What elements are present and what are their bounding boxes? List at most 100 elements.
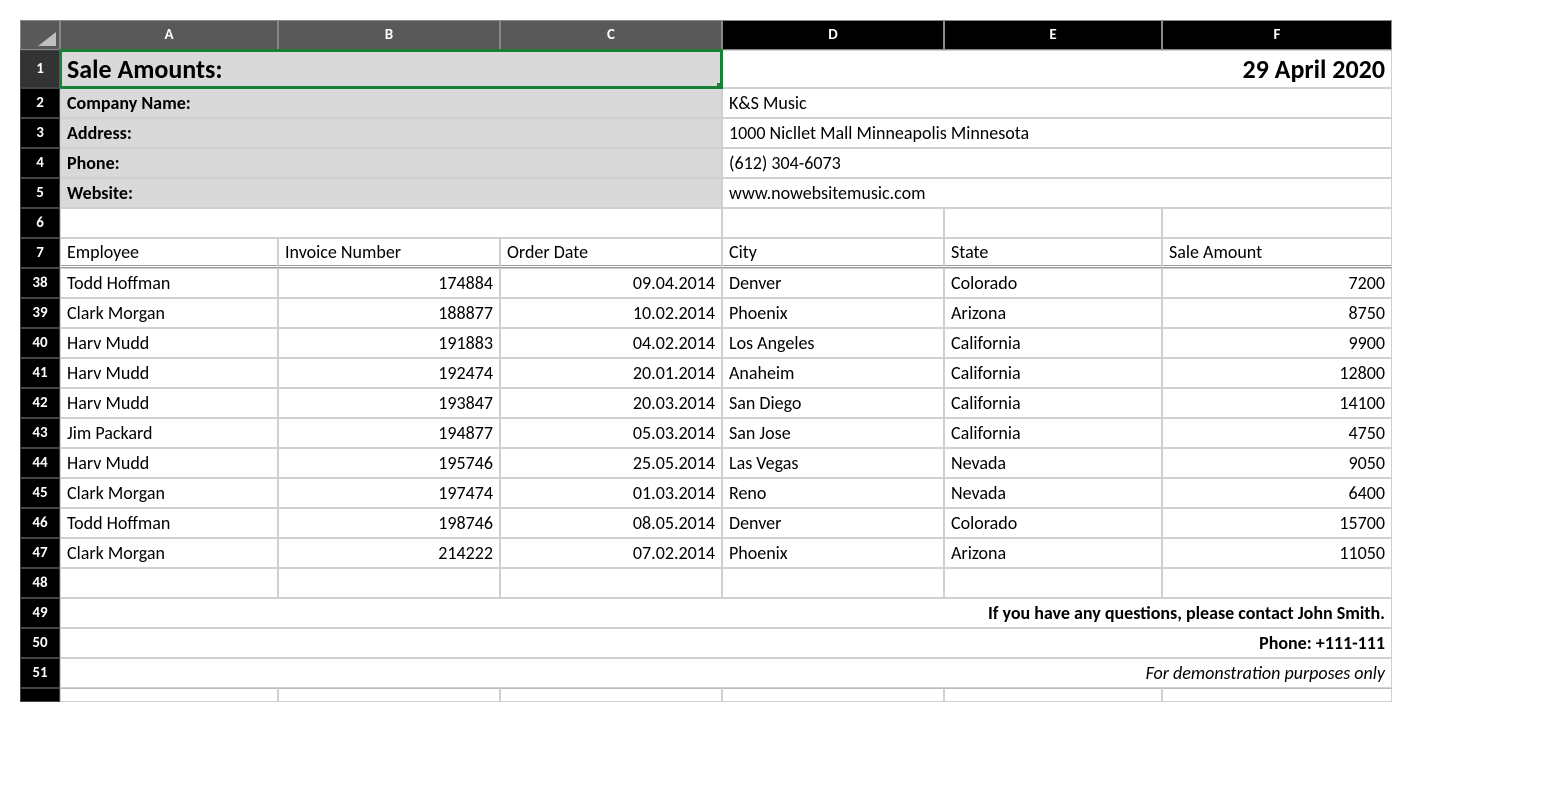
cell-state[interactable]: Colorado xyxy=(944,508,1162,538)
cell-date[interactable]: 29 April 2020 xyxy=(722,50,1392,88)
cell-amount[interactable]: 6400 xyxy=(1162,478,1392,508)
row-header-1[interactable]: 1 xyxy=(20,50,60,88)
footer-text-0[interactable]: If you have any questions, please contac… xyxy=(60,598,1392,628)
cell-city[interactable]: Las Vegas xyxy=(722,448,944,478)
cell-F52[interactable] xyxy=(1162,688,1392,702)
header-amount[interactable]: Sale Amount xyxy=(1162,238,1392,268)
header-city[interactable]: City xyxy=(722,238,944,268)
cell-order[interactable]: 07.02.2014 xyxy=(500,538,722,568)
row-header-48[interactable]: 48 xyxy=(20,568,60,598)
row-header-3[interactable]: 3 xyxy=(20,118,60,148)
cell-E6[interactable] xyxy=(944,208,1162,238)
cell-title[interactable]: Sale Amounts: xyxy=(60,50,722,88)
header-invoice[interactable]: Invoice Number xyxy=(278,238,500,268)
cell-order[interactable]: 10.02.2014 xyxy=(500,298,722,328)
cell-amount[interactable]: 7200 xyxy=(1162,268,1392,298)
row-header-47[interactable]: 47 xyxy=(20,538,60,568)
cell-order[interactable]: 09.04.2014 xyxy=(500,268,722,298)
info-value-2[interactable]: (612) 304-6073 xyxy=(722,148,1392,178)
cell-order[interactable]: 04.02.2014 xyxy=(500,328,722,358)
cell-city[interactable]: Anaheim xyxy=(722,358,944,388)
row-header-38[interactable]: 38 xyxy=(20,268,60,298)
row-header-46[interactable]: 46 xyxy=(20,508,60,538)
cell-invoice[interactable]: 193847 xyxy=(278,388,500,418)
row-header-42[interactable]: 42 xyxy=(20,388,60,418)
col-header-C[interactable]: C xyxy=(500,20,722,50)
info-label-2[interactable]: Phone: xyxy=(60,148,722,178)
cell-amount[interactable]: 8750 xyxy=(1162,298,1392,328)
cell-amount[interactable]: 4750 xyxy=(1162,418,1392,448)
cell-invoice[interactable]: 197474 xyxy=(278,478,500,508)
cell-state[interactable]: Nevada xyxy=(944,448,1162,478)
cell-employee[interactable]: Clark Morgan xyxy=(60,298,278,328)
cell-amount[interactable]: 9900 xyxy=(1162,328,1392,358)
row-header-6[interactable]: 6 xyxy=(20,208,60,238)
cell-city[interactable]: Reno xyxy=(722,478,944,508)
row-header-43[interactable]: 43 xyxy=(20,418,60,448)
cell-order[interactable]: 05.03.2014 xyxy=(500,418,722,448)
spreadsheet[interactable]: A B C D E F 1 Sale Amounts: 29 April 202… xyxy=(20,20,1392,702)
cell-employee[interactable]: Harv Mudd xyxy=(60,448,278,478)
cell-employee[interactable]: Harv Mudd xyxy=(60,388,278,418)
cell-amount[interactable]: 15700 xyxy=(1162,508,1392,538)
cell-D52[interactable] xyxy=(722,688,944,702)
row-header-50[interactable]: 50 xyxy=(20,628,60,658)
cell-employee[interactable]: Todd Hoffman xyxy=(60,508,278,538)
select-all-corner[interactable] xyxy=(20,20,60,50)
cell-A48[interactable] xyxy=(60,568,278,598)
cell-C48[interactable] xyxy=(500,568,722,598)
header-state[interactable]: State xyxy=(944,238,1162,268)
cell-F6[interactable] xyxy=(1162,208,1392,238)
cell-D48[interactable] xyxy=(722,568,944,598)
col-header-F[interactable]: F xyxy=(1162,20,1392,50)
cell-order[interactable]: 20.01.2014 xyxy=(500,358,722,388)
header-order[interactable]: Order Date xyxy=(500,238,722,268)
cell-employee[interactable]: Harv Mudd xyxy=(60,328,278,358)
cell-city[interactable]: Phoenix xyxy=(722,298,944,328)
cell-invoice[interactable]: 198746 xyxy=(278,508,500,538)
row-header-44[interactable]: 44 xyxy=(20,448,60,478)
cell-invoice[interactable]: 188877 xyxy=(278,298,500,328)
cell-D6[interactable] xyxy=(722,208,944,238)
cell-invoice[interactable]: 194877 xyxy=(278,418,500,448)
row-header-51[interactable]: 51 xyxy=(20,658,60,688)
cell-invoice[interactable]: 191883 xyxy=(278,328,500,358)
cell-invoice[interactable]: 192474 xyxy=(278,358,500,388)
row-header-40[interactable]: 40 xyxy=(20,328,60,358)
cell-state[interactable]: California xyxy=(944,388,1162,418)
cell-E52[interactable] xyxy=(944,688,1162,702)
cell-state[interactable]: Arizona xyxy=(944,538,1162,568)
cell-city[interactable]: San Diego xyxy=(722,388,944,418)
cell-B52[interactable] xyxy=(278,688,500,702)
header-employee[interactable]: Employee xyxy=(60,238,278,268)
row-header-39[interactable]: 39 xyxy=(20,298,60,328)
col-header-D[interactable]: D xyxy=(722,20,944,50)
cell-order[interactable]: 20.03.2014 xyxy=(500,388,722,418)
info-label-0[interactable]: Company Name: xyxy=(60,88,722,118)
cell-city[interactable]: Denver xyxy=(722,508,944,538)
cell-employee[interactable]: Clark Morgan xyxy=(60,538,278,568)
cell-B48[interactable] xyxy=(278,568,500,598)
cell-city[interactable]: Phoenix xyxy=(722,538,944,568)
cell-C52[interactable] xyxy=(500,688,722,702)
cell-employee[interactable]: Clark Morgan xyxy=(60,478,278,508)
info-value-0[interactable]: K&S Music xyxy=(722,88,1392,118)
row-header-52[interactable] xyxy=(20,688,60,702)
info-label-1[interactable]: Address: xyxy=(60,118,722,148)
cell-state[interactable]: California xyxy=(944,418,1162,448)
info-value-1[interactable]: 1000 Nicllet Mall Minneapolis Minnesota xyxy=(722,118,1392,148)
cell-F48[interactable] xyxy=(1162,568,1392,598)
cell-employee[interactable]: Todd Hoffman xyxy=(60,268,278,298)
cell-state[interactable]: Colorado xyxy=(944,268,1162,298)
row-header-7[interactable]: 7 xyxy=(20,238,60,268)
row-header-41[interactable]: 41 xyxy=(20,358,60,388)
cell-state[interactable]: Nevada xyxy=(944,478,1162,508)
col-header-B[interactable]: B xyxy=(278,20,500,50)
cell-employee[interactable]: Jim Packard xyxy=(60,418,278,448)
cell-invoice[interactable]: 214222 xyxy=(278,538,500,568)
row-header-5[interactable]: 5 xyxy=(20,178,60,208)
cell-city[interactable]: Denver xyxy=(722,268,944,298)
col-header-E[interactable]: E xyxy=(944,20,1162,50)
cell-invoice[interactable]: 195746 xyxy=(278,448,500,478)
cell-A52[interactable] xyxy=(60,688,278,702)
